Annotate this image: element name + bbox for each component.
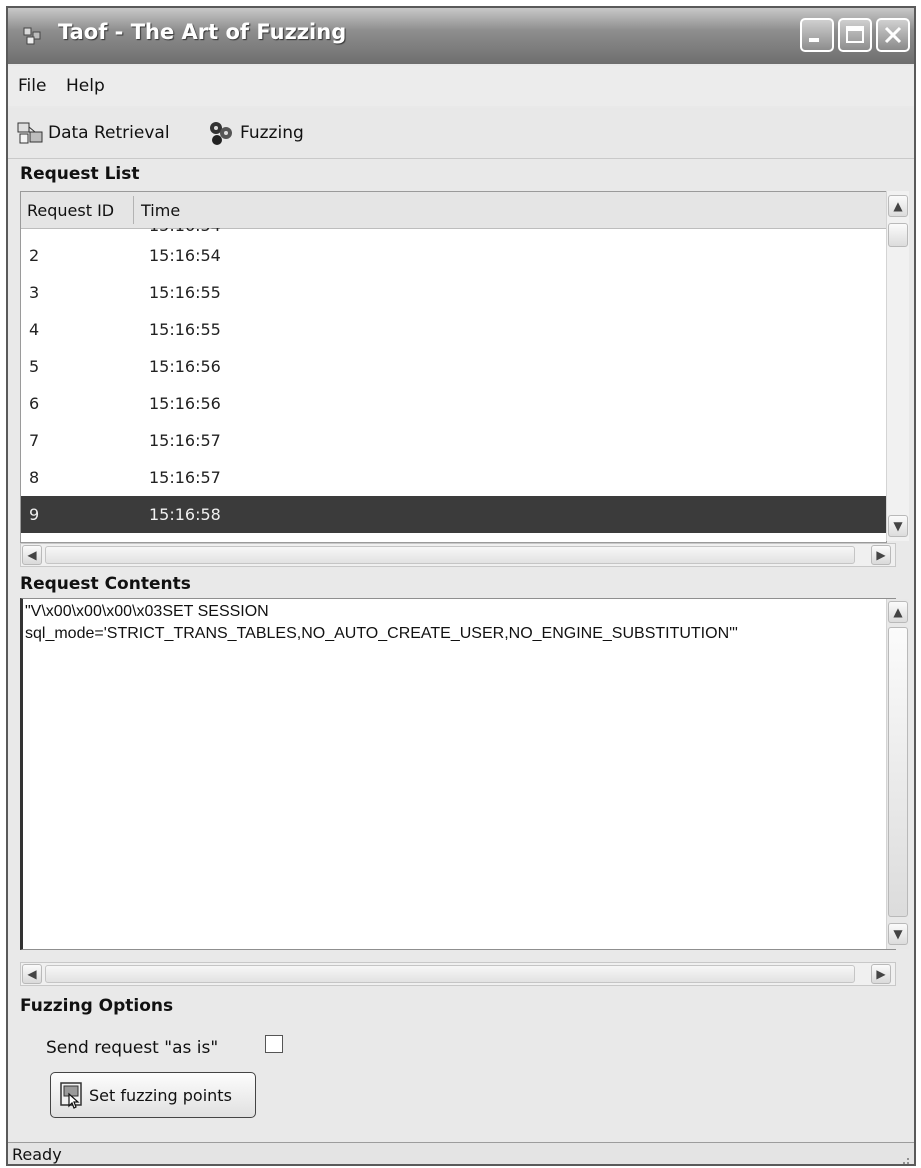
minimize-icon	[809, 38, 819, 42]
scroll-thumb[interactable]	[888, 223, 908, 247]
maximize-icon	[846, 26, 864, 43]
scroll-left-button[interactable]: ◀	[22, 545, 42, 565]
status-text: Ready	[12, 1145, 62, 1164]
request-id: 6	[29, 394, 40, 413]
request-list-label: Request List	[20, 164, 140, 184]
set-fuzzing-points-button[interactable]: Set fuzzing points	[50, 1072, 256, 1118]
table-row[interactable]: 7 15:16:57	[21, 422, 886, 459]
send-as-is-checkbox[interactable]	[265, 1035, 283, 1053]
menu-file[interactable]: File	[18, 76, 46, 96]
request-contents-textarea[interactable]: "V\x00\x00\x00\x03SET SESSION sql_mode='…	[20, 598, 896, 950]
data-retrieval-button[interactable]: Data Retrieval	[16, 118, 170, 148]
request-id: 5	[29, 357, 40, 376]
resize-grip-icon[interactable]	[898, 1153, 910, 1165]
request-time: 15:16:55	[149, 320, 221, 339]
menu-help[interactable]: Help	[66, 76, 105, 96]
scroll-down-button[interactable]: ▼	[888, 923, 908, 945]
send-as-is-label: Send request "as is"	[46, 1038, 219, 1058]
set-fuzzing-points-label: Set fuzzing points	[89, 1085, 232, 1105]
data-retrieval-icon	[17, 122, 43, 144]
request-list-vertical-scrollbar[interactable]: ▲ ▼	[886, 191, 909, 541]
request-id: 8	[29, 468, 40, 487]
scroll-down-button[interactable]: ▼	[888, 515, 908, 537]
request-id: 9	[29, 505, 40, 524]
request-list[interactable]: Request ID Time 15:16:54 2 15:16:54 3 15:1…	[20, 191, 887, 543]
table-row[interactable]: 5 15:16:56	[21, 348, 886, 385]
fuzzing-label: Fuzzing	[240, 123, 304, 143]
request-time: 15:16:57	[149, 431, 221, 450]
request-time: 15:16:58	[149, 505, 221, 524]
request-id: 4	[29, 320, 40, 339]
clipped-row: 15:16:54	[21, 228, 886, 236]
request-time: 15:16:56	[149, 357, 221, 376]
column-time[interactable]: Time	[141, 201, 180, 220]
title-bar: Taof - The Art of Fuzzing	[8, 8, 914, 64]
app-window: Taof - The Art of Fuzzing File Help Data…	[6, 6, 916, 1166]
request-time: 15:16:55	[149, 283, 221, 302]
scroll-right-button[interactable]: ▶	[871, 964, 891, 984]
request-id: 3	[29, 283, 40, 302]
request-time: 15:16:56	[149, 394, 221, 413]
app-icon	[23, 27, 41, 45]
scroll-left-button[interactable]: ◀	[22, 964, 42, 984]
request-contents-text[interactable]: "V\x00\x00\x00\x03SET SESSION sql_mode='…	[25, 601, 865, 645]
table-row[interactable]: 8 15:16:57	[21, 459, 886, 496]
horizontal-scroll-thumb[interactable]	[45, 546, 855, 564]
column-separator[interactable]	[133, 196, 134, 224]
close-button[interactable]	[876, 18, 910, 52]
menu-bar: File Help	[8, 66, 914, 106]
request-id: 7	[29, 431, 40, 450]
request-contents-label: Request Contents	[20, 574, 191, 594]
status-bar: Ready	[8, 1142, 914, 1165]
table-row[interactable]: 6 15:16:56	[21, 385, 886, 422]
close-icon	[884, 26, 902, 44]
horizontal-scroll-thumb[interactable]	[45, 965, 855, 983]
request-time: 15:16:57	[149, 468, 221, 487]
scroll-up-button[interactable]: ▲	[888, 195, 908, 217]
table-row[interactable]: 2 15:16:54	[21, 237, 886, 274]
table-row[interactable]: 4 15:16:55	[21, 311, 886, 348]
request-list-horizontal-scrollbar[interactable]: ◀ ▶	[20, 543, 896, 567]
maximize-button[interactable]	[838, 18, 872, 52]
scroll-thumb[interactable]	[888, 627, 908, 917]
fuzzing-points-icon	[60, 1082, 82, 1109]
request-id: 2	[29, 246, 40, 265]
window-title: Taof - The Art of Fuzzing	[58, 20, 347, 44]
request-time: 15:16:54	[149, 246, 221, 265]
column-request-id[interactable]: Request ID	[27, 201, 114, 220]
table-row[interactable]: 3 15:16:55	[21, 274, 886, 311]
minimize-button[interactable]	[800, 18, 834, 52]
request-list-header: Request ID Time	[21, 192, 886, 229]
data-retrieval-label: Data Retrieval	[48, 123, 170, 143]
fuzzing-icon	[210, 122, 232, 145]
fuzzing-options-label: Fuzzing Options	[20, 996, 174, 1016]
scroll-right-button[interactable]: ▶	[871, 545, 891, 565]
request-contents-vertical-scrollbar[interactable]: ▲ ▼	[886, 599, 909, 949]
toolbar: Data Retrieval Fuzzing	[8, 108, 914, 159]
scroll-up-button[interactable]: ▲	[888, 601, 908, 623]
fuzzing-button[interactable]: Fuzzing	[206, 118, 304, 148]
table-row-selected[interactable]: 9 15:16:58	[21, 496, 886, 533]
request-contents-horizontal-scrollbar[interactable]: ◀ ▶	[20, 962, 896, 986]
